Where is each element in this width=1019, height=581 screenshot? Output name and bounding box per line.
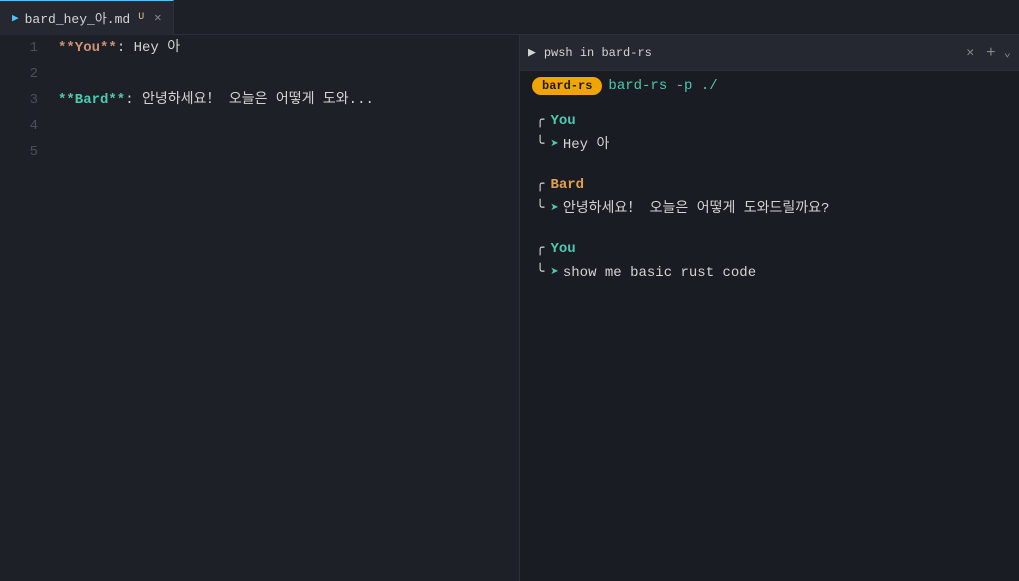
line-numbers: 1 2 3 4 5 [0,35,50,581]
line-num-3: 3 [16,87,38,113]
message-line-3: ╰ ➤ show me basic rust code [536,261,1003,285]
message-line-2: ╰ ➤ 안녕하세요！ 오늘은 어떻게 도와드릴까요? [536,197,1003,221]
bracket-open-3: ╭ [536,237,544,261]
line-num-1: 1 [16,35,38,61]
terminal-content: ╭ You ╰ ➤ Hey 아 ╭ Bard ╰ ➤ 안녕하세요！ [520,101,1019,581]
tab-filename: bard_hey_아.md [25,8,131,27]
terminal-cmd-text: bard-rs -p ./ [608,78,717,94]
editor-container: 1 2 3 4 5 **You** : Hey 아 **Bard** : 안녕하… [0,35,1019,581]
chat-block-2: ╭ Bard ╰ ➤ 안녕하세요！ 오늘은 어떻게 도와드릴까요? [536,173,1003,221]
code-line-5 [58,139,511,165]
file-icon: ▶ [12,11,19,25]
line-num-2: 2 [16,61,38,87]
code-line-2 [58,61,511,87]
bracket-close-1: ╰ [536,133,544,157]
you-bold: **You** [58,35,117,61]
bard-bold: **Bard** [58,87,125,113]
terminal-panel: ▶ pwsh in bard-rs ✕ + ⌄ bard-rs bard-rs … [519,35,1019,581]
terminal-badge: bard-rs [532,77,602,95]
code-line-3: **Bard** : 안녕하세요！ 오늘은 어떻게 도와... [58,87,511,113]
chat-block-3: ╭ You ╰ ➤ show me basic rust code [536,237,1003,285]
you-colon: : Hey 아 [117,35,180,61]
bracket-open-1: ╭ [536,109,544,133]
bracket-open-2: ╭ [536,173,544,197]
author-bard-1: Bard [550,173,584,197]
message-line-1: ╰ ➤ Hey 아 [536,133,1003,157]
author-line-2: ╭ Bard [536,173,1003,197]
author-you-2: You [550,237,575,261]
tab-close-button[interactable]: ✕ [154,10,161,25]
chat-block-1: ╭ You ╰ ➤ Hey 아 [536,109,1003,157]
tab-bar: ▶ bard_hey_아.md U ✕ [0,0,1019,35]
author-line-3: ╭ You [536,237,1003,261]
terminal-tab-title: pwsh in bard-rs [544,46,955,60]
editor-tab[interactable]: ▶ bard_hey_아.md U ✕ [0,0,174,35]
chat-msg-3: show me basic rust code [563,261,756,285]
arrow-2: ➤ [550,197,558,221]
terminal-cmd-bar: bard-rs bard-rs -p ./ [520,71,1019,101]
terminal-add-button[interactable]: + [986,44,996,62]
editor-content[interactable]: **You** : Hey 아 **Bard** : 안녕하세요！ 오늘은 어떻… [50,35,519,581]
terminal-close-button[interactable]: ✕ [962,43,978,62]
bracket-close-2: ╰ [536,197,544,221]
arrow-1: ➤ [550,133,558,157]
editor-pane: 1 2 3 4 5 **You** : Hey 아 **Bard** : 안녕하… [0,35,519,581]
bard-text: : 안녕하세요！ 오늘은 어떻게 도와... [125,87,374,113]
arrow-3: ➤ [550,261,558,285]
code-line-4 [58,113,511,139]
author-line-1: ╭ You [536,109,1003,133]
terminal-shell-icon: ▶ [528,45,536,60]
line-num-5: 5 [16,139,38,165]
terminal-tab-bar: ▶ pwsh in bard-rs ✕ + ⌄ [520,35,1019,71]
terminal-dropdown-button[interactable]: ⌄ [1004,45,1011,60]
chat-msg-1: Hey 아 [563,133,610,157]
chat-msg-2: 안녕하세요！ 오늘은 어떻게 도와드릴까요? [563,197,830,221]
line-num-4: 4 [16,113,38,139]
code-line-1: **You** : Hey 아 [58,35,511,61]
bracket-close-3: ╰ [536,261,544,285]
author-you-1: You [550,109,575,133]
tab-modified-indicator: U [138,12,144,23]
